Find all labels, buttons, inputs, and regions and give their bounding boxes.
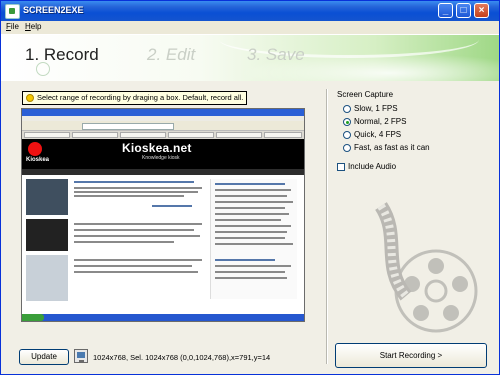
update-button[interactable]: Update — [19, 349, 69, 365]
preview-text-line — [74, 187, 202, 189]
menu-file[interactable]: File — [6, 22, 19, 31]
preview-tab — [24, 132, 70, 138]
app-icon — [5, 4, 20, 19]
preview-website: Kioskea Kioskea.net Knowledge kiosk — [22, 139, 304, 314]
preview-text-line — [215, 189, 291, 191]
include-audio-checkbox[interactable] — [337, 163, 345, 171]
preview-text-line — [74, 223, 202, 225]
preview-text-line — [74, 241, 174, 243]
step-edit: 2. Edit — [147, 45, 196, 64]
film-reel-icon — [374, 202, 478, 333]
preview-text-line — [215, 183, 285, 185]
preview-browser-tabs — [22, 131, 304, 139]
step-save: 3. Save — [247, 45, 305, 64]
site-logo-text: Kioskea — [26, 157, 50, 163]
lightbulb-icon — [26, 94, 34, 102]
preview-sidebar — [210, 179, 297, 299]
start-recording-button[interactable]: Start Recording > — [335, 343, 487, 368]
radio-quick-label[interactable]: Quick, 4 FPS — [354, 130, 401, 139]
preview-text-line — [74, 235, 200, 237]
radio-fast[interactable] — [343, 144, 351, 152]
radio-normal-label[interactable]: Normal, 2 FPS — [354, 117, 406, 126]
preview-text-line — [74, 271, 198, 273]
panel-divider — [326, 89, 328, 364]
preview-text-line — [215, 271, 285, 273]
preview-text-line — [215, 231, 287, 233]
radio-slow-label[interactable]: Slow, 1 FPS — [354, 104, 398, 113]
window-title: SCREEN2EXE — [23, 5, 84, 15]
title-bar[interactable]: SCREEN2EXE _ □ × — [1, 1, 499, 21]
preview-address-bar — [82, 123, 174, 130]
monitor-icon[interactable] — [74, 349, 88, 363]
capture-preview[interactable]: Kioskea Kioskea.net Knowledge kiosk — [21, 108, 305, 322]
preview-text-line — [74, 181, 194, 183]
preview-text-line — [152, 205, 192, 207]
close-button[interactable]: × — [474, 3, 489, 18]
preview-text-line — [215, 265, 291, 267]
preview-text-line — [215, 207, 285, 209]
radio-normal[interactable] — [343, 118, 351, 126]
site-brand-sub: Knowledge kiosk — [142, 155, 180, 161]
preview-site-header: Kioskea Kioskea.net Knowledge kiosk — [22, 139, 304, 169]
preview-image — [26, 255, 68, 301]
preview-text-line — [215, 195, 287, 197]
maximize-button[interactable]: □ — [456, 3, 471, 18]
preview-tab — [264, 132, 302, 138]
hint-text: Select range of recording by draging a b… — [37, 93, 244, 102]
app-window: SCREEN2EXE _ □ × File Help 1. Record 2. … — [0, 0, 500, 375]
preview-tab — [168, 132, 214, 138]
preview-text-line — [215, 213, 289, 215]
site-logo-icon — [28, 142, 42, 156]
hint-tooltip: Select range of recording by draging a b… — [22, 91, 248, 105]
preview-text-line — [215, 277, 287, 279]
include-audio-label[interactable]: Include Audio — [348, 162, 396, 171]
preview-text-line — [215, 225, 291, 227]
preview-text-line — [215, 237, 285, 239]
preview-site-nav — [22, 169, 304, 175]
preview-tab — [216, 132, 262, 138]
site-brand: Kioskea.net — [122, 141, 192, 155]
radio-fast-label[interactable]: Fast, as fast as it can — [354, 143, 430, 152]
preview-text-line — [215, 219, 281, 221]
preview-text-line — [74, 191, 198, 193]
preview-tab — [120, 132, 166, 138]
preview-text-line — [215, 201, 293, 203]
preview-text-line — [74, 265, 192, 267]
preview-taskbar — [22, 314, 304, 321]
menu-bar: File Help — [1, 21, 499, 35]
preview-browser-titlebar — [22, 109, 304, 116]
preview-start-button — [22, 314, 44, 321]
radio-slow[interactable] — [343, 105, 351, 113]
record-step-icon — [36, 62, 50, 76]
preview-text-line — [215, 259, 275, 261]
wizard-steps: 1. Record 2. Edit 3. Save — [1, 35, 499, 81]
preview-text-line — [74, 195, 184, 197]
preview-text-line — [74, 259, 202, 261]
selection-status: 1024x768, Sel. 1024x768 (0,0,1024,768),x… — [93, 353, 271, 362]
minimize-button[interactable]: _ — [438, 3, 453, 18]
menu-help[interactable]: Help — [25, 22, 41, 31]
step-record: 1. Record — [25, 45, 99, 64]
screen-capture-heading: Screen Capture — [337, 90, 394, 99]
preview-image — [26, 179, 68, 215]
preview-text-line — [215, 243, 293, 245]
preview-image — [26, 219, 68, 251]
preview-text-line — [74, 229, 194, 231]
preview-tab — [72, 132, 118, 138]
radio-quick[interactable] — [343, 131, 351, 139]
